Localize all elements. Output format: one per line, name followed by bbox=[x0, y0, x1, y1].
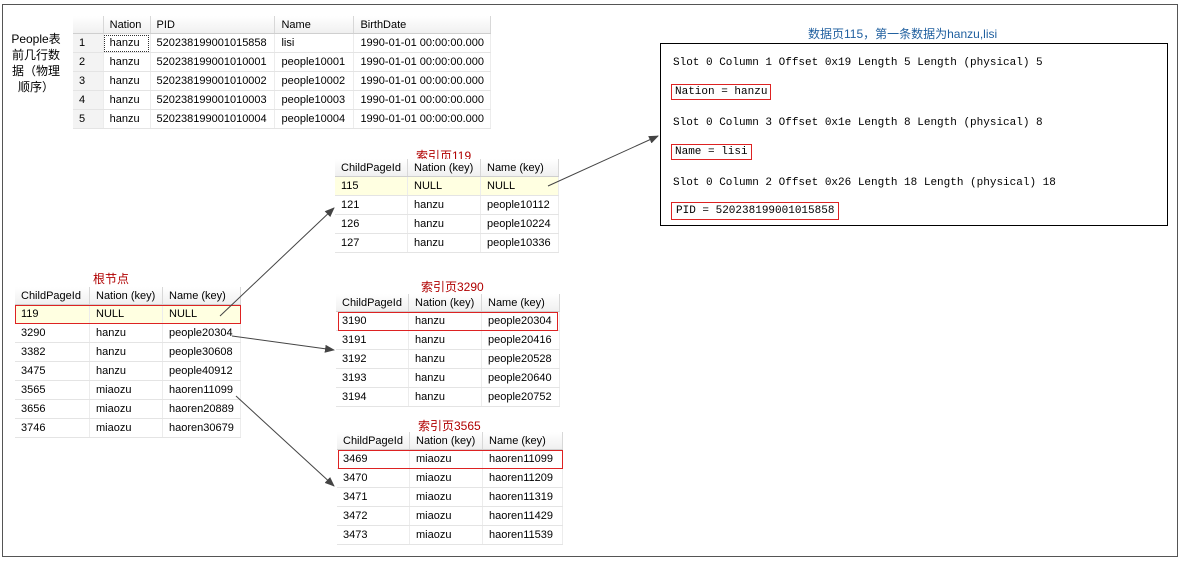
arrow-index119-to-datapage bbox=[547, 135, 659, 187]
arrow-root-to-index3290 bbox=[231, 335, 335, 353]
arrow-root-to-index3565 bbox=[235, 395, 335, 487]
connector-arrows bbox=[219, 135, 659, 487]
arrow-root-to-index119 bbox=[219, 207, 335, 317]
